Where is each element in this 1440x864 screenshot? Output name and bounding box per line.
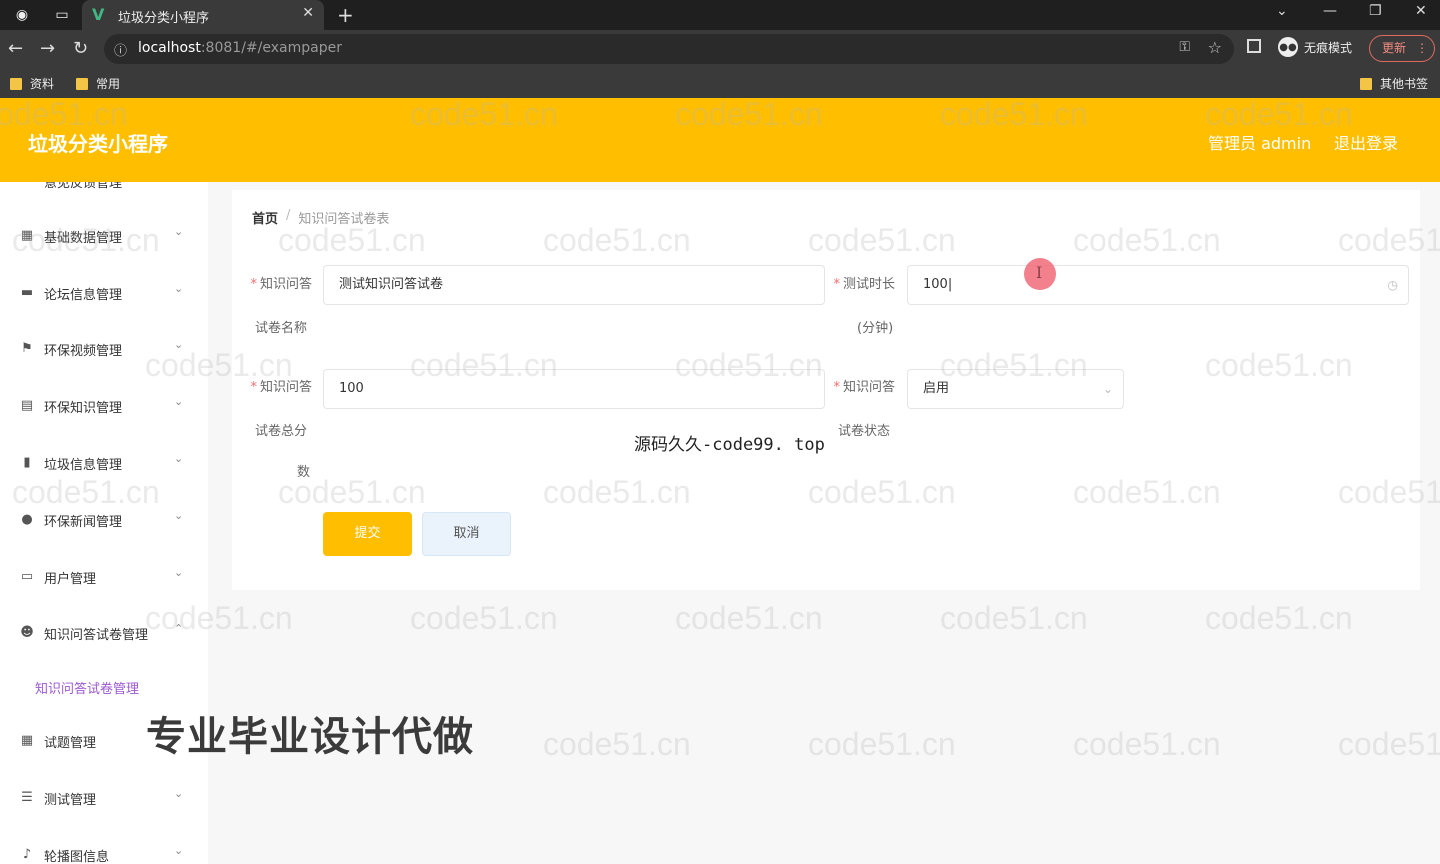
tab-search-icon[interactable]: ⌄ [1276,3,1288,19]
logout-link[interactable]: 退出登录 [1334,130,1398,154]
more-menu-icon[interactable]: ⋮ [1416,41,1428,55]
browser-tab[interactable]: V 垃圾分类小程序 ✕ [82,0,324,30]
total-score-sublabel: 试卷总分 [255,424,308,439]
total-score-input[interactable]: 100 [323,369,825,409]
incognito-label: 无痕模式 [1304,40,1353,55]
cancel-button[interactable]: 取消 [422,512,511,556]
tab-strip-icon[interactable]: ▭ [52,5,72,25]
total-score-label: * 知识问答 [250,380,312,395]
overlay-source-text: 源码久久-code99. top [634,435,825,455]
status-sublabel: 试卷状态 [838,424,891,439]
bulb-icon: ● [21,511,33,527]
document-icon: ▤ [20,397,34,413]
vue-favicon-icon: V [92,5,105,24]
sidebar-item-tests[interactable]: ☰ 测试管理 ⌄ [0,779,208,815]
duration-sublabel: (分钟) [857,321,894,336]
flag-icon: ⚑ [21,340,33,356]
chevron-down-icon: ⌄ [174,787,184,800]
breadcrumb-home[interactable]: 首页 [252,208,278,227]
duration-value: 100 [923,277,948,292]
reload-icon[interactable]: ↻ [73,38,88,59]
minimize-icon[interactable]: — [1323,3,1337,19]
bookmarks-bar: 资料 常用 其他书签 [0,68,1440,98]
overlay-ad-text: 专业毕业设计代做 [146,714,474,760]
duration-input[interactable]: 100| ◷ [907,265,1409,305]
site-info-icon[interactable]: ⓘ [114,40,127,59]
chevron-down-icon: ⌄ [174,338,184,351]
sidebar-item-users[interactable]: ▭ 用户管理 ⌄ [0,558,208,594]
clock-icon: ◷ [1387,278,1398,292]
status-select[interactable]: 启用 ⌄ [907,369,1124,409]
paper-name-sublabel: 试卷名称 [255,321,308,336]
sidebar-item-exampaper[interactable]: ☻ 知识问答试卷管理 ⌃ [0,614,208,650]
chevron-down-icon: ⌄ [174,844,184,857]
update-button[interactable]: 更新 ⋮ [1369,35,1435,62]
cursor-highlight: I [1024,258,1056,290]
chevron-down-icon: ⌄ [1102,382,1113,396]
list-icon: ☰ [21,789,33,805]
breadcrumb: 首页 / 知识问答试卷表 [252,208,389,227]
folder-icon [1360,77,1372,90]
url-text: localhost:8081/#/exampaper [138,40,342,56]
url-input[interactable]: ⓘ localhost:8081/#/exampaper ⚿ ☆ [104,34,1234,64]
incognito-icon: ●● [1278,37,1298,57]
folder-icon [76,77,88,90]
chevron-up-icon: ⌃ [174,622,184,635]
tab-title: 垃圾分类小程序 [118,11,210,26]
new-tab-icon[interactable]: + [337,3,354,27]
text-cursor-icon: I [1036,263,1043,282]
status-value: 启用 [923,381,950,396]
chevron-down-icon: ⌄ [174,282,184,295]
sidebar-item-base-data[interactable]: ▦ 基础数据管理 ⌄ [0,217,208,253]
bookmark-folder-1[interactable]: 资料 [10,75,54,92]
sidebar-item-garbage[interactable]: ▮ 垃圾信息管理 ⌄ [0,444,208,480]
keyboard-icon: ▦ [20,732,34,748]
chevron-down-icon: ⌄ [174,395,184,408]
sidebar-item-video[interactable]: ⚑ 环保视频管理 ⌄ [0,330,208,366]
mic-icon: ♪ [22,846,32,862]
folder-icon [10,77,22,90]
chevron-down-icon: ⌄ [174,509,184,522]
bar-chart-icon: ▮ [23,454,31,470]
chevron-down-icon: ⌄ [174,225,184,238]
sidebar-item-forum[interactable]: ▬ 论坛信息管理 ⌄ [0,274,208,310]
sidebar-subitem-exampaper[interactable]: 知识问答试卷管理 [35,678,139,697]
grid-icon: ▦ [20,227,34,243]
chat-icon: ▭ [20,568,34,584]
chevron-down-icon: ⌄ [174,452,184,465]
sidebar-item-feedback[interactable]: 意见反馈管理 [44,182,122,191]
sidebar-item-carousel[interactable]: ♪ 轮播图信息 ⌄ [0,836,208,864]
user-icon: ☻ [20,624,34,640]
restore-icon[interactable]: ❐ [1369,3,1382,19]
breadcrumb-separator: / [286,208,291,223]
bookmark-star-icon[interactable]: ☆ [1208,38,1222,57]
total-score-sublabel-2: 数 [297,465,311,480]
other-bookmarks[interactable]: 其他书签 [1360,75,1428,92]
app-title: 垃圾分类小程序 [28,132,168,156]
close-tab-icon[interactable]: ✕ [302,5,314,21]
password-key-icon[interactable]: ⚿ [1179,39,1190,55]
address-bar-row: ← → ↻ ⓘ localhost:8081/#/exampaper ⚿ ☆ ●… [0,30,1440,68]
incognito-indicator[interactable]: ●● 无痕模式 [1278,37,1352,57]
monitor-icon: ▬ [20,284,34,300]
chevron-down-icon: ⌄ [174,566,184,579]
submit-button[interactable]: 提交 [323,512,412,556]
breadcrumb-current: 知识问答试卷表 [298,212,390,227]
app-header: 垃圾分类小程序 管理员 admin 退出登录 [0,98,1440,182]
paper-name-input[interactable]: 测试知识问答试卷 [323,265,825,305]
sidebar-item-news[interactable]: ● 环保新闻管理 ⌄ [0,501,208,537]
side-panel-icon[interactable] [1247,39,1261,53]
bookmark-folder-2[interactable]: 常用 [76,75,120,92]
status-label: * 知识问答 [833,380,895,395]
current-user: 管理员 admin [1208,134,1312,153]
sidebar-item-knowledge[interactable]: ▤ 环保知识管理 ⌄ [0,387,208,423]
browser-logo-icon: ◉ [15,7,29,23]
forward-icon[interactable]: → [40,38,55,59]
back-icon[interactable]: ← [8,38,23,59]
browser-tab-bar: ◉ ▭ V 垃圾分类小程序 ✕ + ⌄ — ❐ ✕ [0,0,1440,30]
close-window-icon[interactable]: ✕ [1415,3,1427,19]
paper-name-label: * 知识问答 [250,277,312,292]
duration-label: * 测试时长 [833,277,895,292]
